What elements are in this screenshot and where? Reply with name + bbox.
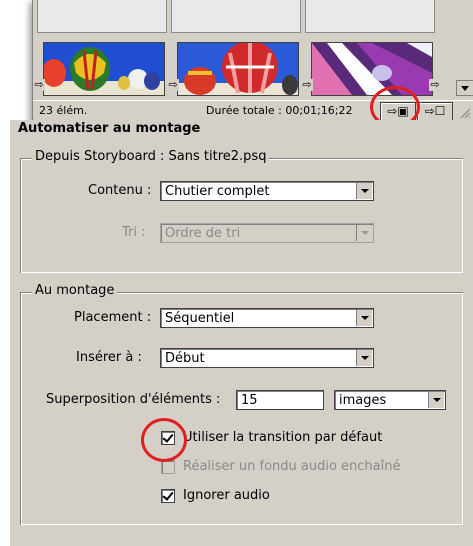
clip-thumbnail[interactable] (177, 42, 299, 96)
storyboard-cell[interactable] (305, 0, 435, 33)
insert-label: Insérer à : (76, 350, 142, 365)
overlap-label: Superposition d'éléments : (46, 392, 221, 407)
overlap-input[interactable]: 15 (236, 390, 324, 410)
chevron-down-icon[interactable] (356, 183, 372, 199)
clip-thumbnail[interactable] (43, 42, 165, 96)
insert-select[interactable]: Début (160, 348, 374, 368)
source-group-legend: Depuis Storyboard : Sans titre2.psq (32, 149, 270, 164)
highlight-circle (141, 418, 187, 462)
insert-value: Début (165, 351, 205, 366)
content-label: Contenu : (88, 183, 152, 198)
ignore-audio-checkbox[interactable] (161, 489, 175, 503)
chevron-down-icon[interactable] (356, 225, 372, 241)
overlap-unit-select[interactable]: images (334, 390, 446, 410)
storyboard-clip-3[interactable]: ⇨ ⇨ (301, 38, 441, 96)
storyboard-top-row (37, 0, 473, 34)
placement-label: Placement : (74, 310, 152, 325)
insert-unnumbered-button[interactable]: ⇨☐ (417, 102, 453, 121)
placement-value: Séquentiel (165, 311, 235, 326)
scroll-down-button[interactable] (456, 80, 473, 96)
dialog-title: Automatiser au montage (18, 121, 201, 136)
transition-arrow-icon[interactable]: ⇨ (301, 79, 313, 91)
chevron-down-icon[interactable] (356, 310, 372, 326)
clip-count: 23 élém. (39, 104, 88, 117)
storyboard-cell[interactable] (171, 0, 301, 33)
storyboard-clip-2[interactable]: ⇨ (167, 38, 303, 96)
chevron-down-icon[interactable] (428, 392, 444, 408)
transition-arrow-icon[interactable]: ⇨ (167, 79, 179, 91)
source-group-border (21, 159, 463, 273)
resize-grip-icon[interactable] (459, 105, 471, 119)
total-duration: Durée totale : 00;01;16;22 (206, 104, 353, 117)
sort-select[interactable]: Ordre de tri (160, 223, 374, 243)
storyboard-cell[interactable] (37, 0, 167, 33)
transition-arrow-icon[interactable]: ⇨ (429, 79, 441, 91)
sort-value: Ordre de tri (165, 226, 241, 241)
placement-group-legend: Au montage (32, 283, 118, 298)
content-value: Chutier complet (165, 184, 270, 199)
chevron-down-icon[interactable] (356, 350, 372, 366)
automate-to-timeline-dialog: Automatiser au montage Depuis Storyboard… (10, 120, 473, 546)
overlap-unit-value: images (339, 393, 387, 408)
sort-label: Tri : (122, 225, 146, 240)
use-default-transition-label[interactable]: Utiliser la transition par défaut (183, 430, 382, 445)
clip-thumbnail[interactable] (311, 42, 433, 96)
audio-crossfade-checkbox[interactable] (161, 460, 175, 474)
placement-select[interactable]: Séquentiel (160, 308, 374, 328)
audio-crossfade-label[interactable]: Réaliser un fondu audio enchaîné (183, 459, 400, 474)
storyboard-clip-1[interactable]: ⇨ (33, 38, 169, 96)
ignore-audio-label[interactable]: Ignorer audio (183, 488, 270, 503)
content-select[interactable]: Chutier complet (160, 181, 374, 201)
transition-arrow-icon[interactable]: ⇨ (33, 79, 45, 91)
